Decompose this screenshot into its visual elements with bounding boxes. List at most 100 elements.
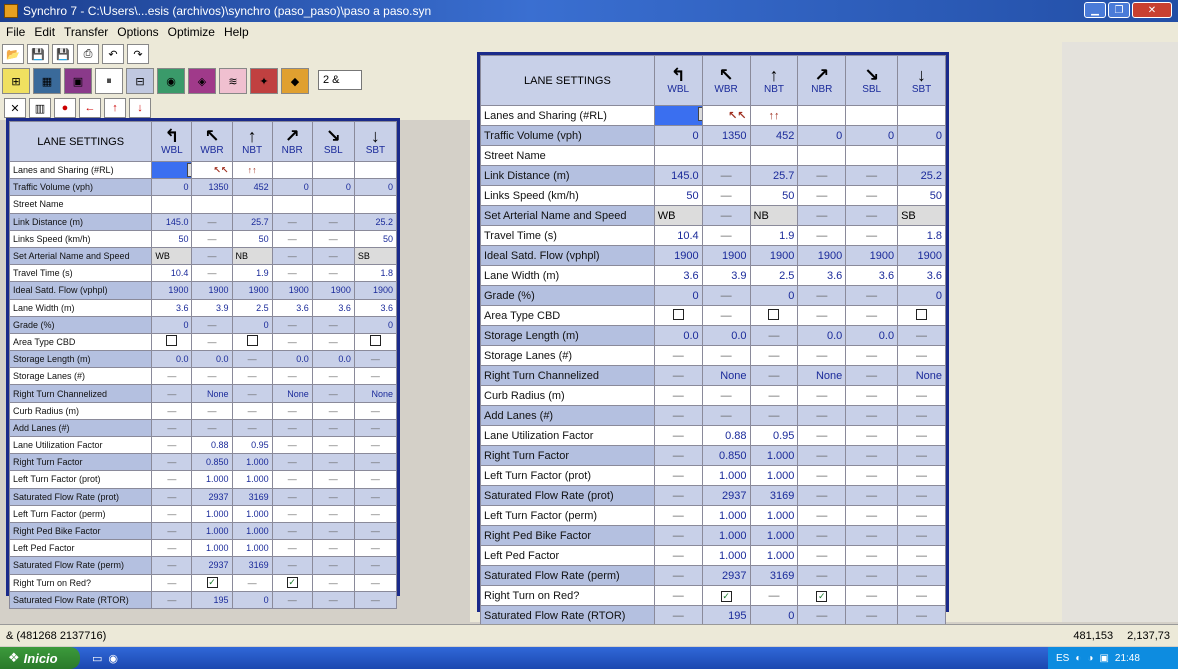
cell-sbt[interactable]: 50 (897, 185, 946, 206)
cell-sbt[interactable]: 25.2 (897, 165, 946, 186)
cell-wbl[interactable]: 145.0 (151, 212, 193, 231)
menu-file[interactable]: File (6, 25, 25, 39)
cell-wbr[interactable]: 0.88 (701, 425, 751, 446)
menu-options[interactable]: Options (117, 25, 158, 39)
maximize-icon[interactable]: ❐ (1108, 2, 1130, 18)
lanes-cell[interactable] (797, 105, 847, 126)
cell-sbl[interactable]: 0.0 (845, 325, 899, 346)
movement-sbl[interactable]: ↘ SBL (845, 55, 899, 106)
browser-icon[interactable]: ◉ (108, 652, 118, 665)
movement-sbt[interactable]: ↓ SBT (353, 121, 398, 162)
cell-wbl[interactable]: 3.6 (151, 298, 193, 317)
cell-nbt[interactable] (749, 145, 799, 166)
movement-sbl[interactable]: ↘ SBL (311, 121, 355, 162)
cell-nbt[interactable]: 0 (231, 315, 273, 334)
lanes-cell-wbr[interactable]: ↖↖ (191, 160, 233, 180)
lanes-cell-nbt[interactable]: ↑↑ (231, 160, 273, 180)
record-icon[interactable]: ● (54, 98, 76, 118)
movement-wbl[interactable]: ↰ WBL (653, 55, 703, 106)
cell-nbt[interactable]: 50 (749, 185, 799, 206)
cell-sbt[interactable]: 0 (897, 125, 946, 146)
cell-nbt[interactable]: 2.5 (749, 265, 799, 286)
lanes-select-wbl[interactable]: ▼ (151, 160, 193, 180)
volume-settings-icon[interactable]: ▣ (64, 68, 92, 94)
undo-icon[interactable]: ↶ (102, 44, 124, 64)
cell-wbr[interactable]: 3.9 (191, 298, 233, 317)
cell-sbt[interactable]: 50 (353, 229, 398, 248)
cell-nbt[interactable]: 3169 (749, 565, 799, 586)
lanes-cell[interactable] (271, 160, 313, 180)
cell-sbt[interactable]: 0 (353, 178, 398, 197)
cell-wbr[interactable]: 0.0 (191, 350, 233, 369)
cell-wbl[interactable]: 50 (653, 185, 703, 206)
save-icon[interactable]: 💾 (27, 44, 49, 64)
start-button[interactable]: ❖ Inicio (0, 647, 80, 669)
tray-network-icon[interactable]: ◐ (1075, 653, 1081, 664)
cell-nbr[interactable]: None (797, 365, 847, 386)
cell-sbl[interactable] (311, 195, 355, 214)
cell-wbr[interactable]: 2937 (191, 487, 233, 506)
cell-nbr[interactable]: 0.0 (797, 325, 847, 346)
cell-nbt[interactable]: 0 (231, 590, 273, 609)
cell-sbt[interactable]: 1900 (353, 281, 398, 300)
cell-nbt[interactable]: 1900 (231, 281, 273, 300)
cell-sbt[interactable]: 0 (353, 315, 398, 334)
cell-nbt[interactable]: 3169 (231, 556, 273, 575)
cell-nbr[interactable]: 1900 (797, 245, 847, 266)
cell-nbt[interactable]: 1.000 (749, 445, 799, 466)
cell-wbr[interactable]: 195 (701, 605, 751, 626)
report-icon[interactable]: ✦ (250, 68, 278, 94)
movement-nbr[interactable]: ↗ NBR (797, 55, 847, 106)
checkbox-wbr[interactable]: ✓ (191, 573, 233, 592)
close-icon[interactable]: ✕ (1132, 2, 1172, 18)
cell-wbl[interactable]: 0 (151, 315, 193, 334)
lanes-cell-nbt[interactable]: ↑↑ (749, 105, 799, 126)
lanes-cell[interactable] (353, 160, 398, 180)
cell-sbl[interactable]: 0.0 (311, 350, 355, 369)
cell-sbt[interactable]: 1900 (897, 245, 946, 266)
cell-nbt[interactable]: 1.000 (749, 505, 799, 526)
cell-nbt[interactable]: 2.5 (231, 298, 273, 317)
cell-nbr[interactable]: None (271, 384, 313, 403)
cell-nbt[interactable]: 3169 (231, 487, 273, 506)
cell-nbt[interactable]: 0 (749, 285, 799, 306)
cell-nbt[interactable]: 3169 (749, 485, 799, 506)
cell-nbt[interactable]: 1.000 (231, 504, 273, 523)
cell-wbl[interactable]: 10.4 (151, 264, 193, 283)
dropdown-arrow-icon[interactable]: ▼ (187, 163, 191, 177)
cell-wbr[interactable]: 2937 (701, 565, 751, 586)
lanes-cell[interactable] (845, 105, 899, 126)
cell-nbt[interactable] (231, 195, 273, 214)
cell-nbr[interactable] (271, 195, 313, 214)
checkbox-nbt[interactable] (231, 332, 273, 352)
checkbox-sbt[interactable] (897, 305, 946, 326)
cell-wbl[interactable]: 1900 (653, 245, 703, 266)
lanes-cell[interactable] (897, 105, 946, 126)
simulation-settings-icon[interactable]: ◉ (157, 68, 185, 94)
cell-wbr[interactable]: 1.000 (701, 525, 751, 546)
down-arrow-icon[interactable]: ↓ (129, 98, 151, 118)
cell-sbl[interactable]: 0 (311, 178, 355, 197)
cell-sbt[interactable]: 1.8 (897, 225, 946, 246)
cell-wbl[interactable]: 0.0 (151, 350, 193, 369)
cell-nbt[interactable]: 1.000 (231, 470, 273, 489)
checkbox-nbt[interactable] (749, 305, 799, 326)
unchecked-box-icon[interactable] (246, 335, 258, 347)
lanes-cell[interactable] (311, 160, 355, 180)
cell-wbr[interactable]: 2937 (191, 556, 233, 575)
cell-wbr[interactable]: 1900 (191, 281, 233, 300)
cell-nbr[interactable]: 0 (797, 125, 847, 146)
cell-nbt[interactable]: 1.000 (749, 465, 799, 486)
movement-sbt[interactable]: ↓ SBT (897, 55, 946, 106)
cell-wbl[interactable]: 0 (653, 125, 703, 146)
cell-nbt[interactable]: 1.9 (749, 225, 799, 246)
cell-nbt[interactable]: NB (749, 205, 799, 226)
cell-nbt[interactable]: 1900 (749, 245, 799, 266)
save-as-icon[interactable]: 💾 (52, 44, 74, 64)
cell-sbt[interactable]: None (353, 384, 398, 403)
cell-nbr[interactable]: 3.6 (271, 298, 313, 317)
cell-wbl[interactable] (653, 145, 703, 166)
cell-nbt[interactable]: 25.7 (749, 165, 799, 186)
cell-wbl[interactable]: 145.0 (653, 165, 703, 186)
cell-nbt[interactable]: 1.000 (231, 539, 273, 558)
